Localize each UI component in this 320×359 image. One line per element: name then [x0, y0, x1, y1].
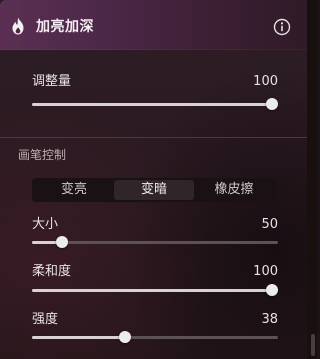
adjustment-slider[interactable] — [32, 97, 278, 111]
tab-eraser[interactable]: 橡皮擦 — [194, 180, 274, 200]
softness-slider-fill — [32, 289, 268, 292]
brush-section-title: 画笔控制 — [18, 148, 67, 162]
strength-value: 38 — [261, 312, 278, 327]
strength-label: 强度 — [32, 312, 59, 327]
strength-slider-fill — [32, 336, 121, 339]
strength-slider[interactable] — [32, 330, 278, 344]
size-slider-thumb[interactable] — [56, 236, 68, 248]
scrollbar-thumb[interactable] — [311, 334, 315, 356]
softness-slider-thumb[interactable] — [266, 284, 278, 296]
size-value: 50 — [261, 217, 278, 232]
dodge-burn-panel: 加亮加深 调整量 100 画笔控制 变亮 变暗 橡皮擦 大小 50 柔和度 10… — [0, 0, 317, 359]
panel-header: 加亮加深 — [0, 0, 307, 50]
strength-slider-thumb[interactable] — [119, 331, 131, 343]
adjustment-value: 100 — [253, 74, 278, 89]
softness-label: 柔和度 — [32, 264, 72, 279]
tab-lighten[interactable]: 变亮 — [34, 180, 114, 200]
size-slider-fill — [32, 241, 58, 244]
panel-title: 加亮加深 — [36, 19, 94, 35]
flame-icon — [12, 17, 24, 35]
tab-darken[interactable]: 变暗 — [114, 180, 194, 200]
size-label: 大小 — [32, 217, 59, 232]
size-slider-track — [32, 241, 278, 244]
section-divider — [0, 137, 307, 138]
brush-mode-selector: 变亮 变暗 橡皮擦 — [32, 178, 276, 202]
softness-slider[interactable] — [32, 283, 278, 297]
adjustment-slider-fill — [32, 103, 268, 106]
info-icon[interactable] — [273, 18, 291, 36]
size-slider[interactable] — [32, 235, 278, 249]
softness-value: 100 — [253, 264, 278, 279]
scrollbar-track[interactable] — [307, 0, 317, 359]
adjustment-label: 调整量 — [32, 74, 72, 89]
adjustment-slider-thumb[interactable] — [266, 98, 278, 110]
